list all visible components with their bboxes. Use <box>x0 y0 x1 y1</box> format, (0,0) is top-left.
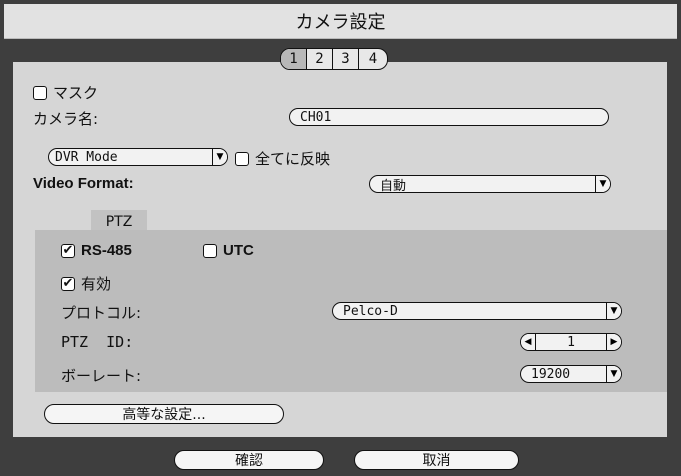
arrow-left-icon[interactable]: ◀ <box>521 334 536 350</box>
mode-select[interactable]: DVR Mode ▼ <box>48 148 228 166</box>
mask-label: マスク <box>53 84 99 102</box>
chevron-down-icon: ▼ <box>595 176 610 192</box>
enable-checkbox[interactable]: ✔ <box>61 276 75 291</box>
camera-name-label: カメラ名: <box>33 110 99 128</box>
video-format-row: Video Format: <box>33 175 134 192</box>
cancel-button[interactable]: 取消 <box>354 450 519 470</box>
advanced-settings-button[interactable]: 高等な設定... <box>44 404 284 424</box>
ptz-section: ✔ RS-485 UTC ✔ 有効 プロトコル: Pelco-D ▼ PTZ I… <box>35 230 667 392</box>
camera-name-row: カメラ名: <box>33 108 98 129</box>
chevron-down-icon: ▼ <box>212 149 227 165</box>
enable-label: 有効 <box>81 275 112 293</box>
apply-all-label: 全てに反映 <box>255 150 331 168</box>
rs485-label: RS-485 <box>81 242 132 259</box>
settings-panel: マスク カメラ名: CH01 DVR Mode ▼ 全てに反映 Video Fo… <box>13 62 667 437</box>
ptz-id-row: PTZ ID: <box>61 333 133 351</box>
enable-row[interactable]: ✔ 有効 <box>61 273 111 294</box>
tab-camera-1[interactable]: 1 <box>281 49 307 69</box>
camera-tabs: 1 2 3 4 <box>280 48 388 70</box>
utc-row[interactable]: UTC <box>203 242 254 259</box>
video-format-label: Video Format: <box>33 175 134 192</box>
ptz-id-stepper[interactable]: ◀ 1 ▶ <box>520 333 622 351</box>
mask-checkbox[interactable] <box>33 85 47 100</box>
chevron-down-icon: ▼ <box>606 303 621 319</box>
window-title: カメラ設定 <box>4 4 677 39</box>
rs485-row[interactable]: ✔ RS-485 <box>61 242 132 259</box>
footer: 確認 取消 <box>4 448 677 472</box>
apply-all-checkbox[interactable] <box>235 151 249 166</box>
camera-name-input[interactable]: CH01 <box>289 108 609 126</box>
tab-camera-3[interactable]: 3 <box>333 49 359 69</box>
utc-checkbox[interactable] <box>203 243 217 258</box>
baud-label: ボーレート: <box>61 367 142 385</box>
utc-label: UTC <box>223 242 254 259</box>
ok-button[interactable]: 確認 <box>174 450 324 470</box>
protocol-label: プロトコル: <box>61 304 142 322</box>
video-format-select[interactable]: 自動 ▼ <box>369 175 611 193</box>
chevron-down-icon: ▼ <box>606 366 621 382</box>
mask-row[interactable]: マスク <box>33 82 98 103</box>
camera-settings-window: カメラ設定 マスク カメラ名: CH01 DVR Mode ▼ 全てに反映 Vi… <box>0 0 681 476</box>
ptz-id-label: PTZ ID: <box>61 333 134 351</box>
apply-all-row[interactable]: 全てに反映 <box>235 148 330 169</box>
baud-row: ボーレート: <box>61 365 141 386</box>
arrow-right-icon[interactable]: ▶ <box>606 334 621 350</box>
baud-select[interactable]: 19200 ▼ <box>520 365 622 383</box>
rs485-checkbox[interactable]: ✔ <box>61 243 75 258</box>
protocol-select[interactable]: Pelco-D ▼ <box>332 302 622 320</box>
tab-camera-4[interactable]: 4 <box>359 49 387 69</box>
protocol-row: プロトコル: <box>61 302 141 323</box>
tab-camera-2[interactable]: 2 <box>307 49 333 69</box>
